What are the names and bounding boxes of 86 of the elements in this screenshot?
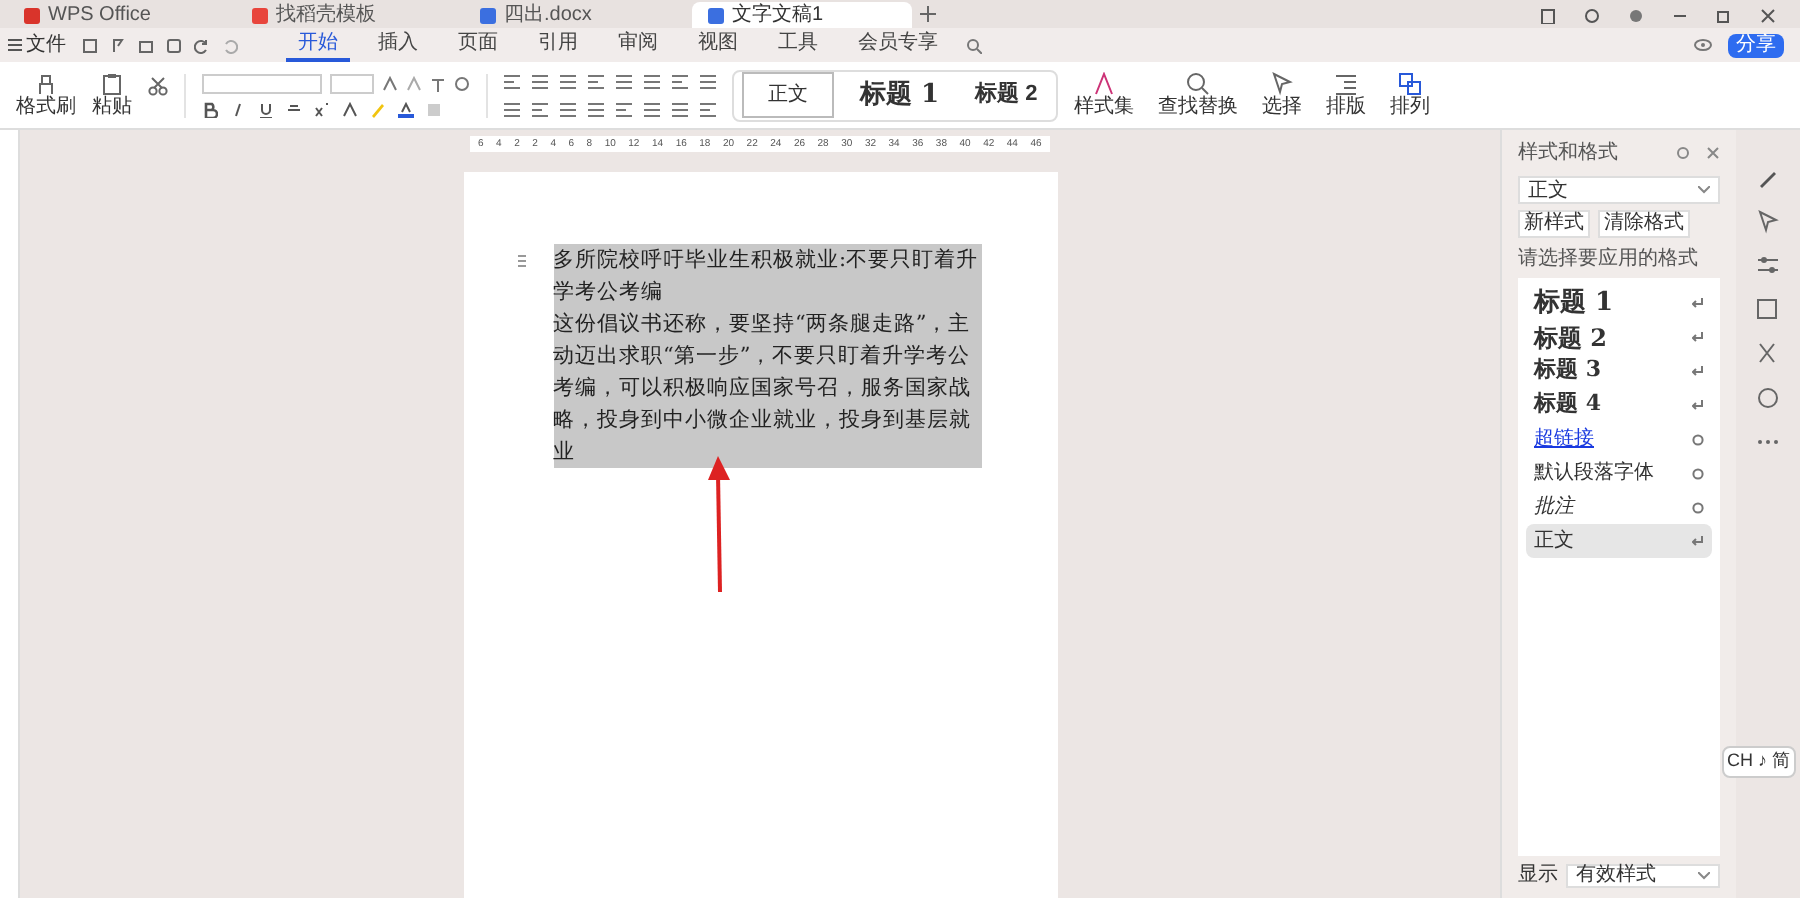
- logo-icon[interactable]: [24, 7, 40, 23]
- chevron-down-icon[interactable]: [1698, 186, 1710, 194]
- shrink-font-icon[interactable]: [406, 75, 422, 91]
- undo-icon[interactable]: [194, 37, 210, 53]
- title-tab[interactable]: 文字文稿1: [692, 2, 912, 28]
- style-option[interactable]: 标题 1: [850, 71, 950, 119]
- panel-title: 样式和格式: [1518, 139, 1618, 168]
- share-button[interactable]: 分享: [1728, 33, 1784, 57]
- panel-button[interactable]: 新样式: [1518, 210, 1590, 238]
- restore-icon[interactable]: [1716, 8, 1732, 24]
- style-item[interactable]: 正文: [1526, 524, 1712, 558]
- search-icon[interactable]: [966, 37, 982, 53]
- style-item[interactable]: 标题 3: [1526, 354, 1712, 388]
- menu-tab[interactable]: 引用: [526, 28, 590, 62]
- style-item[interactable]: 标题 2: [1526, 320, 1712, 354]
- return-icon[interactable]: [1692, 399, 1704, 411]
- ribbon-button[interactable]: 样式集: [1073, 72, 1134, 118]
- bold-icon[interactable]: [202, 101, 218, 117]
- return-icon[interactable]: [1692, 365, 1704, 377]
- ribbon-button[interactable]: 排版: [1325, 72, 1366, 118]
- grow-font-icon[interactable]: [382, 75, 398, 91]
- eye-icon[interactable]: [1694, 38, 1712, 52]
- close-icon[interactable]: [1706, 146, 1720, 160]
- document-paragraph: 多所院校呼吁毕业生积极就业:不要只盯着升学考公考编: [553, 244, 981, 308]
- menu-tab[interactable]: 插入: [366, 28, 430, 62]
- style-item[interactable]: 批注: [1526, 490, 1712, 524]
- menu-tab[interactable]: 工具: [766, 28, 830, 62]
- panel-button[interactable]: 清除格式: [1598, 210, 1690, 238]
- close-icon[interactable]: [1760, 8, 1776, 24]
- arrow-drawing: [705, 454, 733, 594]
- bullets-icon[interactable]: [504, 73, 520, 89]
- input-method-indicator[interactable]: CH ♪ 简: [1721, 746, 1796, 777]
- superscript-icon[interactable]: [314, 101, 330, 117]
- ribbon-button[interactable]: 排列: [1389, 72, 1430, 118]
- ribbon-button[interactable]: 格式刷: [16, 72, 76, 118]
- menu-tab[interactable]: 审阅: [606, 28, 670, 62]
- brush-icon[interactable]: [34, 72, 58, 96]
- cursor-icon[interactable]: [1269, 72, 1294, 96]
- title-tab[interactable]: 找稻壳模板: [236, 2, 456, 28]
- show-label: 显示: [1518, 862, 1558, 890]
- pen-icon[interactable]: [1756, 166, 1780, 190]
- arrange-icon[interactable]: [1397, 72, 1422, 96]
- style-option[interactable]: 标题 2: [965, 72, 1048, 118]
- return-icon[interactable]: [1692, 535, 1704, 547]
- cut-icon[interactable]: [148, 76, 168, 96]
- show-dropdown[interactable]: 有效样式: [1566, 863, 1720, 887]
- document-icon[interactable]: [480, 7, 496, 23]
- ribbon-button[interactable]: 粘贴: [92, 72, 132, 118]
- menu-tab[interactable]: 页面: [446, 28, 510, 62]
- document-icon[interactable]: [708, 7, 724, 23]
- ribbon-button[interactable]: 选择: [1261, 72, 1302, 118]
- style-item[interactable]: 标题 1: [1526, 286, 1712, 320]
- menu-tab[interactable]: 会员专享: [846, 28, 950, 62]
- title-tab[interactable]: 四出.docx: [464, 2, 684, 28]
- style-item[interactable]: 标题 4: [1526, 388, 1712, 422]
- menu-icon[interactable]: [8, 38, 22, 52]
- add-tab-icon[interactable]: [920, 6, 936, 22]
- style-item[interactable]: 超链接: [1526, 422, 1712, 456]
- align-left-icon[interactable]: [504, 101, 520, 117]
- title-tab[interactable]: WPS Office: [8, 2, 228, 28]
- document-paragraph: 这份倡议书还称，要坚持“两条腿走路”，主动迈出求职“第一步”，不要只盯着升学考公考编，可以积极响应国家号召，服务国家战略，投身到中小微企业就业，投身到基层就业: [553, 308, 981, 468]
- return-icon[interactable]: [1692, 331, 1704, 343]
- ribbon-button[interactable]: 查找替换: [1157, 72, 1238, 118]
- underline-icon[interactable]: [258, 101, 274, 117]
- return-icon[interactable]: [1692, 297, 1704, 309]
- italic-icon[interactable]: [230, 101, 246, 117]
- file-menu[interactable]: 文件: [8, 30, 66, 60]
- style-item[interactable]: 默认段落字体: [1526, 456, 1712, 490]
- cursor-icon[interactable]: [1756, 210, 1780, 234]
- document-icon[interactable]: [252, 7, 268, 23]
- layout-icon[interactable]: [1333, 72, 1358, 96]
- style-dropdown[interactable]: 正文: [1518, 176, 1720, 204]
- sliders-icon[interactable]: [1756, 254, 1780, 278]
- style-option[interactable]: 正文: [742, 72, 834, 118]
- font-size-field[interactable]: [330, 73, 374, 93]
- chevron-down-icon[interactable]: [1698, 871, 1710, 879]
- clipboard-icon[interactable]: [100, 72, 124, 96]
- panel-hint: 请选择要应用的格式: [1518, 245, 1700, 274]
- print-icon[interactable]: [138, 37, 154, 53]
- menu-tab[interactable]: 视图: [686, 28, 750, 62]
- font-name-field[interactable]: [202, 73, 322, 93]
- strikethrough-icon[interactable]: [286, 101, 302, 117]
- save-icon[interactable]: [82, 37, 98, 53]
- paragraph-handle-icon[interactable]: [517, 254, 525, 268]
- search-icon[interactable]: [1185, 72, 1210, 96]
- font-color-icon[interactable]: [398, 101, 414, 117]
